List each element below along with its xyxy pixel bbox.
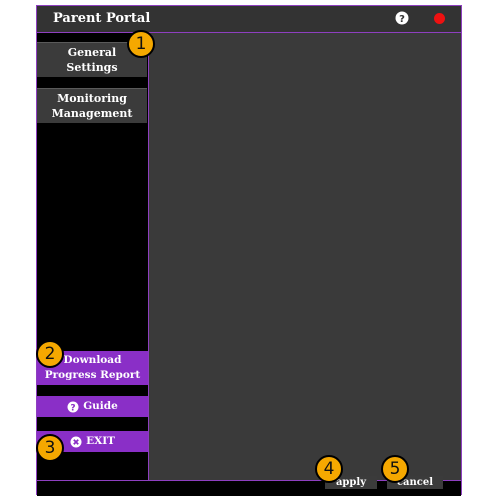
window-title: Parent Portal	[53, 11, 151, 26]
callout-badge-3: 3	[36, 434, 64, 462]
download-label-line2: Progress Report	[44, 369, 141, 381]
close-icon[interactable]	[434, 13, 445, 24]
svg-text:?: ?	[71, 403, 76, 413]
callout-badge-2: 2	[36, 340, 64, 368]
parent-portal-window: Parent Portal ? General Settings Monitor…	[36, 5, 462, 496]
callout-badge-5: 5	[381, 455, 409, 483]
title-bar: Parent Portal ?	[37, 6, 461, 33]
guide-label: Guide	[83, 400, 118, 412]
sidebar-item-label: Monitoring	[57, 92, 127, 105]
help-icon[interactable]: ?	[395, 11, 409, 25]
callout-badge-1: 1	[127, 30, 155, 58]
sidebar-item-label: Settings	[66, 61, 118, 74]
sidebar-item-monitoring-management[interactable]: Monitoring Management	[37, 88, 147, 123]
exit-label: EXIT	[86, 435, 115, 447]
sidebar: General Settings Monitoring Management D…	[37, 33, 149, 480]
sidebar-item-label: Management	[51, 107, 133, 120]
guide-button[interactable]: ? Guide	[37, 396, 148, 417]
sidebar-item-label: General	[67, 46, 117, 59]
svg-text:?: ?	[399, 14, 405, 25]
close-circle-icon	[70, 436, 82, 447]
question-icon: ?	[67, 401, 79, 413]
callout-badge-4: 4	[315, 455, 343, 483]
